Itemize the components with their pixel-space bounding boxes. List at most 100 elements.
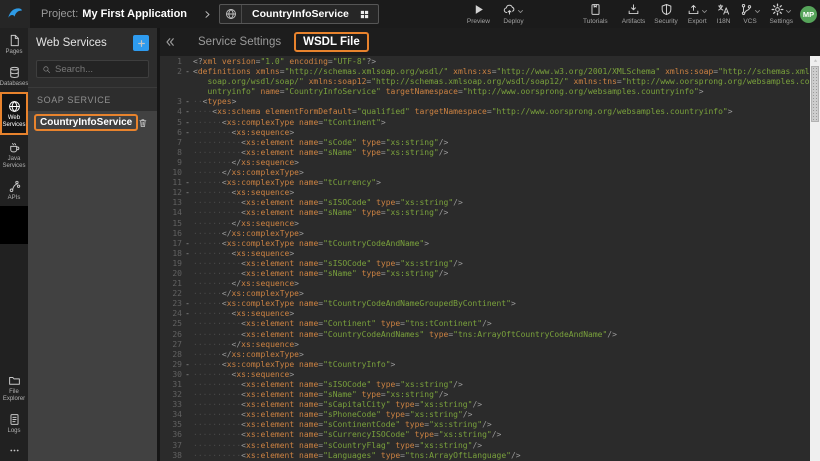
topbar-action-tutorials[interactable]: Tutorials	[583, 3, 608, 25]
topbar-action-preview[interactable]: Preview	[467, 3, 490, 25]
line-number: 37	[160, 441, 182, 451]
code-line-row[interactable]: 38··········<xs:element name="Languages"…	[160, 451, 810, 461]
fold-marker[interactable]: -	[182, 67, 193, 97]
code-line: ········<xs:sequence>	[193, 128, 810, 138]
code-line-row[interactable]: 37 ··········<xs:element name="sCountryFl…	[160, 441, 810, 451]
collapse-panel-button[interactable]	[164, 36, 176, 48]
fold-marker[interactable]: -	[182, 309, 193, 319]
code-line-row[interactable]: 5-······<xs:complexType name="tContinent…	[160, 118, 810, 128]
code-line-row[interactable]: 7··········<xs:element name="sCode" type…	[160, 138, 810, 148]
fold-marker[interactable]: -	[182, 249, 193, 259]
sidebar-item-java-services[interactable]: Java Services	[0, 135, 28, 174]
wsdl-code-editor[interactable]: 1<?xml version="1.0" encoding="UTF-8"?>2…	[160, 56, 820, 461]
action-label: Artifacts	[622, 18, 645, 25]
fold-marker[interactable]: -	[182, 239, 193, 249]
code-line-row[interactable]: 23-······<xs:complexType name="tCountryC…	[160, 299, 810, 309]
search-input[interactable]	[55, 64, 147, 75]
sidebar-item-databases[interactable]: Databases	[0, 60, 28, 92]
code-line-row[interactable]: 22······</xs:complexType>	[160, 289, 810, 299]
code-line-row[interactable]: 32··········<xs:element name="sName" typ…	[160, 390, 810, 400]
app-logo[interactable]	[0, 0, 30, 28]
code-line-row[interactable]: 11-······<xs:complexType name="tCurrency…	[160, 178, 810, 188]
code-line-row[interactable]: 31··········<xs:element name="sISOCode" …	[160, 380, 810, 390]
code-line-row[interactable]: 12-········<xs:sequence>	[160, 188, 810, 198]
code-line-row[interactable]: 17-······<xs:complexType name="tCountryC…	[160, 239, 810, 249]
code-line-row[interactable]: 1<?xml version="1.0" encoding="UTF-8"?>	[160, 57, 810, 67]
code-line-row[interactable]: 34··········<xs:element name="sPhoneCode…	[160, 410, 810, 420]
fold-marker	[182, 441, 193, 451]
code-line-row[interactable]: 8··········<xs:element name="sName" type…	[160, 148, 810, 158]
code-line-row[interactable]: 28······</xs:complexType>	[160, 350, 810, 360]
fold-marker[interactable]: -	[182, 97, 193, 107]
scrollbar-thumb[interactable]	[811, 66, 819, 122]
code-line-row[interactable]: 19··········<xs:element name="sISOCode" …	[160, 259, 810, 269]
code-line-row[interactable]: 21········</xs:sequence>	[160, 279, 810, 289]
code-area[interactable]: 1<?xml version="1.0" encoding="UTF-8"?>2…	[160, 57, 810, 461]
code-line-row[interactable]: 25··········<xs:element name="Continent"…	[160, 319, 810, 329]
code-line: ········</xs:sequence>	[193, 340, 810, 350]
code-line-row[interactable]: 26··········<xs:element name="CountryCod…	[160, 330, 810, 340]
fold-marker[interactable]: -	[182, 107, 193, 117]
code-line: ··········<xs:element name="sCountryFlag…	[193, 441, 810, 451]
fold-marker	[182, 138, 193, 148]
sidebar-item-pages[interactable]: Pages	[0, 28, 28, 60]
rail-overflow-button[interactable]	[0, 439, 28, 461]
add-service-button[interactable]	[133, 35, 149, 51]
fold-marker[interactable]: -	[182, 178, 193, 188]
code-line-row[interactable]: 3-··<types>	[160, 97, 810, 107]
tab-service-settings[interactable]: Service Settings	[198, 36, 281, 48]
code-line-row[interactable]: 27········</xs:sequence>	[160, 340, 810, 350]
active-section-indicator	[0, 206, 28, 244]
code-line-row[interactable]: 16······</xs:complexType>	[160, 229, 810, 239]
sidebar-item-web-services[interactable]: Web Services	[0, 92, 28, 135]
fold-marker[interactable]: -	[182, 118, 193, 128]
code-line-row[interactable]: 30-········<xs:sequence>	[160, 370, 810, 380]
topbar-action-i18n[interactable]: I18N	[717, 3, 731, 25]
scroll-up-arrow[interactable]	[810, 56, 820, 65]
topbar-action-security[interactable]: Security	[654, 3, 677, 25]
code-line: ······</xs:complexType>	[193, 229, 810, 239]
trash-icon[interactable]	[138, 117, 148, 129]
code-line-row[interactable]: 9········</xs:sequence>	[160, 158, 810, 168]
fold-marker[interactable]: -	[182, 128, 193, 138]
code-line: ··········<xs:element name="sPhoneCode" …	[193, 410, 810, 420]
code-line-row[interactable]: 18-········<xs:sequence>	[160, 249, 810, 259]
code-line-row[interactable]: 29-······<xs:complexType name="tCountryI…	[160, 360, 810, 370]
code-line: ······<xs:complexType name="tCountryCode…	[193, 299, 810, 309]
code-line-row[interactable]: 15········</xs:sequence>	[160, 219, 810, 229]
code-line-row[interactable]: 10······</xs:complexType>	[160, 168, 810, 178]
code-line-row[interactable]: 6-········<xs:sequence>	[160, 128, 810, 138]
code-line-row[interactable]: 13··········<xs:element name="sISOCode" …	[160, 198, 810, 208]
sidebar-item-apis[interactable]: APIs	[0, 174, 28, 206]
code-line-row[interactable]: 24-········<xs:sequence>	[160, 309, 810, 319]
fold-marker	[182, 380, 193, 390]
code-line-row[interactable]: 35··········<xs:element name="sContinent…	[160, 420, 810, 430]
code-line-row[interactable]: 14··········<xs:element name="sName" typ…	[160, 208, 810, 218]
topbar-action-deploy[interactable]: Deploy	[503, 3, 524, 25]
code-line-row[interactable]: 20··········<xs:element name="sName" typ…	[160, 269, 810, 279]
topbar-action-vcs[interactable]: VCS	[740, 3, 761, 25]
topbar-action-settings[interactable]: Settings	[770, 3, 794, 25]
fold-marker[interactable]: -	[182, 370, 193, 380]
grid-icon[interactable]	[359, 9, 370, 20]
fold-marker[interactable]: -	[182, 299, 193, 309]
code-line-row[interactable]: 33··········<xs:element name="sCapitalCi…	[160, 400, 810, 410]
service-list: CountryInfoService	[28, 111, 157, 461]
web-services-panel: Web Services SOAP SERVICE CountryInfoSer…	[28, 28, 160, 461]
fold-marker[interactable]: -	[182, 360, 193, 370]
tab-wsdl-file[interactable]: WSDL File	[294, 32, 369, 52]
user-avatar[interactable]: MP	[800, 6, 817, 23]
editor-scrollbar[interactable]	[810, 56, 820, 461]
code-line-row[interactable]: 4-····<xs:schema elementFormDefault="qua…	[160, 107, 810, 117]
sidebar-item-logs[interactable]: Logs	[0, 407, 28, 439]
topbar-action-export[interactable]: Export	[687, 3, 708, 25]
code-line-row[interactable]: 36··········<xs:element name="sCurrencyI…	[160, 430, 810, 440]
service-list-item-countryinfoservice[interactable]: CountryInfoService	[28, 111, 157, 134]
line-number: 21	[160, 279, 182, 289]
open-service-tab[interactable]: CountryInfoService	[219, 4, 379, 24]
sidebar-item-file-explorer[interactable]: File Explorer	[0, 368, 28, 407]
plus-icon	[137, 39, 146, 48]
code-line-row[interactable]: 2-<definitions xmlns="http://schemas.xml…	[160, 67, 810, 97]
fold-marker[interactable]: -	[182, 188, 193, 198]
topbar-action-artifacts[interactable]: Artifacts	[622, 3, 645, 25]
